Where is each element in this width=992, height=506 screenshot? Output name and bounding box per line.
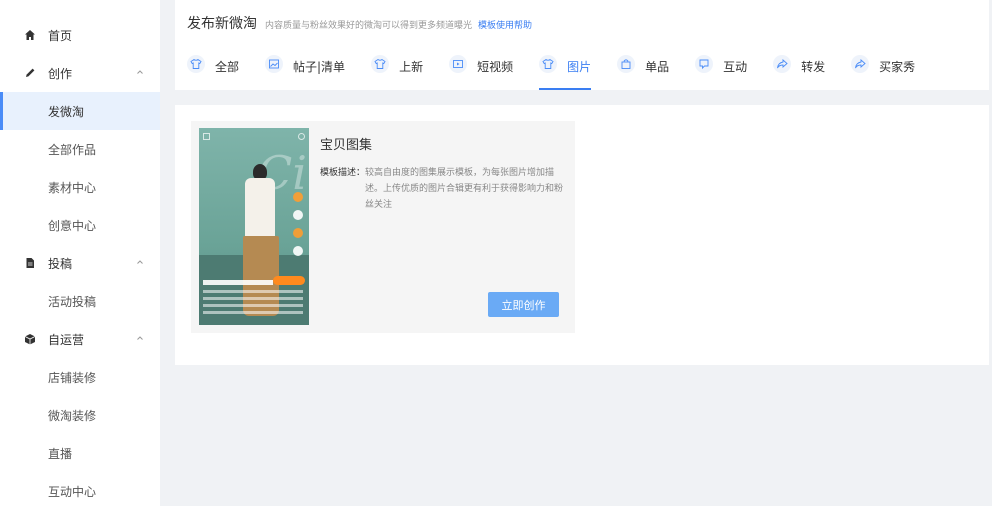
sidebar-item-label: 互动中心: [48, 484, 97, 499]
page-header: 发布新微淘 内容质量与粉丝效果好的微淘可以得到更多频道曝光 模板使用帮助 全部 …: [175, 0, 989, 90]
sidebar-item-label: 素材中心: [48, 180, 97, 195]
nav-group-selfop-label: 自运营: [48, 332, 85, 347]
preview-caption-line: [203, 304, 303, 307]
image-icon: [265, 55, 284, 73]
tab-label: 互动: [723, 60, 748, 74]
nav-group-submit-label: 投稿: [48, 256, 73, 271]
nav-group-create[interactable]: 创作: [0, 54, 160, 92]
sidebar-item-creative[interactable]: 创意中心: [0, 206, 160, 244]
share-icon: [773, 55, 792, 73]
tab-label: 转发: [801, 60, 826, 74]
template-title: 宝贝图集: [320, 138, 373, 153]
page-description: 内容质量与粉丝效果好的微淘可以得到更多频道曝光: [265, 21, 473, 31]
bag-icon: [617, 55, 636, 73]
tab-forward[interactable]: 转发: [773, 55, 826, 90]
template-description: 模板描述： 较高自由度的图集展示模板，为每张图片增加描述。上传优质的图片合辑更有…: [320, 165, 570, 213]
shirt-icon: [371, 55, 390, 73]
sidebar-item-label: 直播: [48, 446, 73, 461]
chevron-up-icon: [137, 70, 143, 74]
tab-all[interactable]: 全部: [187, 55, 240, 90]
sidebar-item-materials[interactable]: 素材中心: [0, 168, 160, 206]
sidebar-item-label: 微淘装修: [48, 408, 97, 423]
nav-group-submit[interactable]: 投稿: [0, 244, 160, 282]
sidebar-item-label: 店铺装修: [48, 370, 97, 385]
chevron-up-icon: [137, 336, 143, 340]
tab-label: 帖子|清单: [293, 60, 346, 74]
tab-label: 短视频: [477, 60, 514, 74]
preview-caption-title: [203, 280, 273, 285]
shirt-icon: [187, 55, 205, 73]
nav-home[interactable]: 首页: [0, 16, 160, 54]
tab-label: 全部: [215, 60, 240, 74]
preview-caption-line: [203, 311, 303, 314]
tab-label: 单品: [645, 60, 670, 74]
cube-icon: [24, 333, 36, 345]
sidebar-item-label: 发微淘: [48, 104, 85, 119]
tab-label: 上新: [399, 60, 424, 74]
sidebar-item-all-works[interactable]: 全部作品: [0, 130, 160, 168]
tab-post-list[interactable]: 帖子|清单: [265, 55, 346, 90]
video-icon: [449, 55, 468, 73]
tab-interaction[interactable]: 互动: [695, 55, 748, 90]
sidebar-item-label: 创意中心: [48, 218, 97, 233]
tab-label: 买家秀: [879, 60, 916, 74]
tab-label: 图片: [567, 60, 592, 74]
preview-price-tag: [273, 276, 305, 285]
nav-home-label: 首页: [48, 28, 73, 43]
sidebar-item-label: 全部作品: [48, 142, 97, 157]
header-title-row: 发布新微淘 内容质量与粉丝效果好的微淘可以得到更多频道曝光 模板使用帮助: [187, 13, 532, 33]
sidebar-item-interaction[interactable]: 互动中心: [0, 472, 160, 506]
template-card[interactable]: Ci 宝贝图集 模板描述： 较高自由度的图集展示模板，为每张图片增加描述。上传优…: [191, 121, 575, 333]
tab-short-video[interactable]: 短视频: [449, 55, 514, 90]
sidebar-item-shop-decor[interactable]: 店铺装修: [0, 358, 160, 396]
preview-side-icons: [291, 192, 305, 256]
sidebar-item-live[interactable]: 直播: [0, 434, 160, 472]
sidebar-item-activity-submit[interactable]: 活动投稿: [0, 282, 160, 320]
tab-buyer-show[interactable]: 买家秀: [851, 55, 916, 90]
page-title: 发布新微淘: [187, 16, 257, 32]
template-tabs: 全部 帖子|清单 上新 短视频 图片 单品 互动 转发 买家秀: [187, 55, 941, 90]
preview-caption-line: [203, 290, 303, 293]
chevron-up-icon: [137, 260, 143, 264]
nav-group-selfop[interactable]: 自运营: [0, 320, 160, 358]
create-now-button[interactable]: 立即创作: [488, 292, 559, 317]
preview-caption-line: [203, 297, 303, 300]
template-preview-image: Ci: [199, 128, 309, 325]
chat-icon: [695, 55, 714, 73]
sidebar: 首页 创作 发微淘 全部作品 素材中心 创意中心 投稿 活动投稿 自运营 店铺装…: [0, 0, 160, 506]
sidebar-item-post[interactable]: 发微淘: [0, 92, 160, 130]
tab-single-item[interactable]: 单品: [617, 55, 670, 90]
shirt-icon: [539, 55, 558, 73]
preview-topbar: [203, 133, 305, 140]
sidebar-item-weitao-decor[interactable]: 微淘装修: [0, 396, 160, 434]
template-description-label: 模板描述：: [320, 168, 366, 178]
preview-model-top: [245, 178, 275, 238]
pen-icon: [24, 67, 36, 79]
sidebar-item-label: 活动投稿: [48, 294, 97, 309]
help-link[interactable]: 模板使用帮助: [478, 18, 532, 31]
document-icon: [24, 257, 36, 269]
template-list: Ci 宝贝图集 模板描述： 较高自由度的图集展示模板，为每张图片增加描述。上传优…: [175, 105, 989, 365]
tab-picture[interactable]: 图片: [539, 55, 592, 90]
share-icon: [851, 55, 870, 73]
template-description-text: 较高自由度的图集展示模板，为每张图片增加描述。上传优质的图片合辑更有利于获得影响…: [365, 168, 564, 210]
tab-new-arrival[interactable]: 上新: [371, 55, 424, 90]
nav-group-create-label: 创作: [48, 66, 73, 81]
home-icon: [24, 29, 36, 41]
